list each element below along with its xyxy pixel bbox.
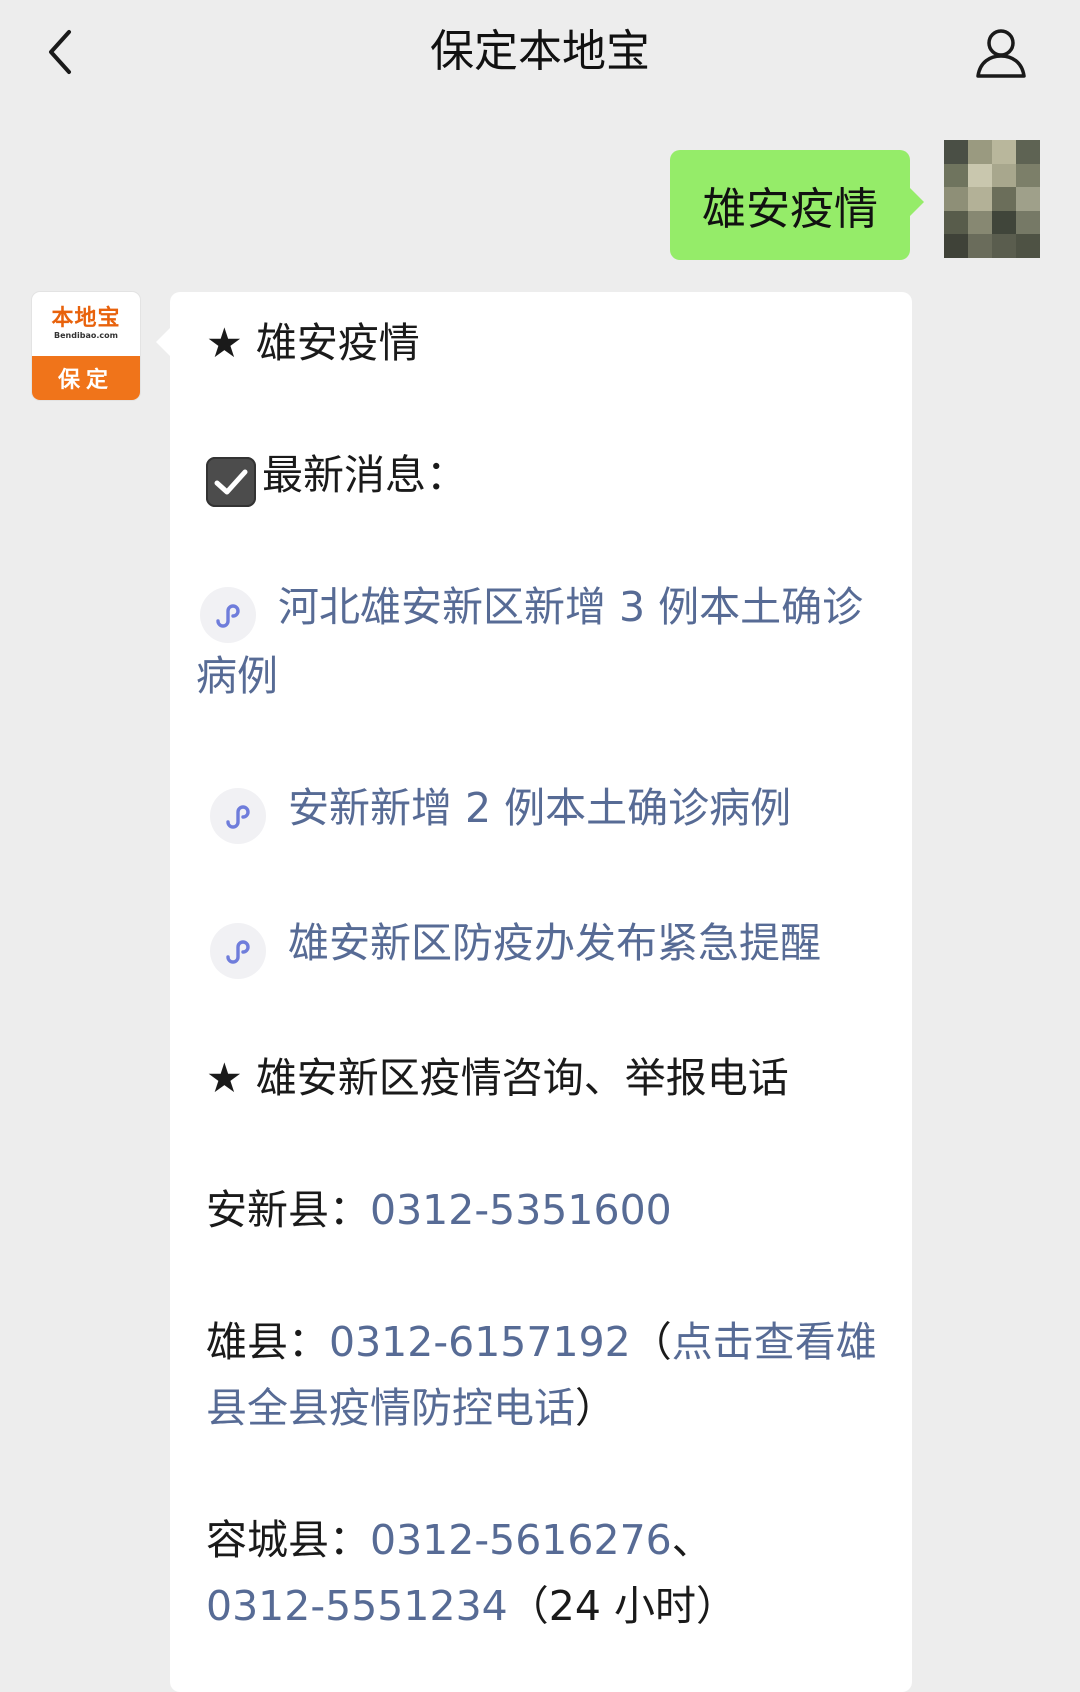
anxin-phone-link[interactable]: 0312-5351600 <box>370 1186 672 1234</box>
hotline-heading: ★ 雄安新区疫情咨询、举报电话 <box>206 1054 789 1102</box>
rongcheng-phone-link-2[interactable]: 0312-5551234 <box>206 1582 508 1630</box>
city-label: 保定 <box>32 356 140 400</box>
mini-program-link-icon <box>210 788 266 844</box>
mini-program-link-icon <box>200 587 256 643</box>
xiongxian-phone-link[interactable]: 0312-6157192 <box>329 1318 631 1366</box>
logo-text: 本地宝 <box>51 306 121 331</box>
profile-button[interactable] <box>970 22 1032 84</box>
message-heading: ★ 雄安疫情 <box>206 319 420 367</box>
page-title: 保定本地宝 <box>430 26 650 77</box>
star-icon: ★ <box>206 319 243 367</box>
logo-subtext: Bendibao.com <box>54 331 118 340</box>
mini-program-link-icon <box>210 923 266 979</box>
user-avatar[interactable] <box>944 140 1040 258</box>
outgoing-message-row: 雄安疫情 <box>420 140 1040 260</box>
bendibao-logo: 本地宝 Bendibao.com <box>32 292 140 356</box>
news-link-2[interactable]: 安新新增 2 例本土确诊病例 <box>206 775 882 844</box>
incoming-message-bubble: ★ 雄安疫情 最新消息： 河北雄安新区新增 3 例本土确诊病例 安新新增 2 例… <box>156 292 912 1692</box>
top-nav-bar: 保定本地宝 <box>0 0 1080 110</box>
checkbox-checked-icon <box>206 457 256 507</box>
bot-avatar[interactable]: 本地宝 Bendibao.com 保定 <box>32 292 140 400</box>
outgoing-message-bubble[interactable]: 雄安疫情 <box>670 150 924 260</box>
rongcheng-phone-link-1[interactable]: 0312-5616276 <box>370 1516 672 1564</box>
rongcheng-hotline: 容城县：0312-5616276、 0312-5551234（24 小时） <box>206 1516 737 1630</box>
news-link-1[interactable]: 河北雄安新区新增 3 例本土确诊病例 <box>196 574 882 709</box>
person-icon <box>976 29 1026 78</box>
xiongxian-hotline: 雄县：0312-6157192（点击查看雄县全县疫情防控电话） <box>206 1318 877 1432</box>
news-link-3[interactable]: 雄安新区防疫办发布紧急提醒 <box>206 910 882 979</box>
latest-news-label: 最新消息： <box>206 442 882 508</box>
star-icon: ★ <box>206 1054 243 1102</box>
anxin-hotline: 安新县：0312-5351600 <box>206 1186 672 1234</box>
